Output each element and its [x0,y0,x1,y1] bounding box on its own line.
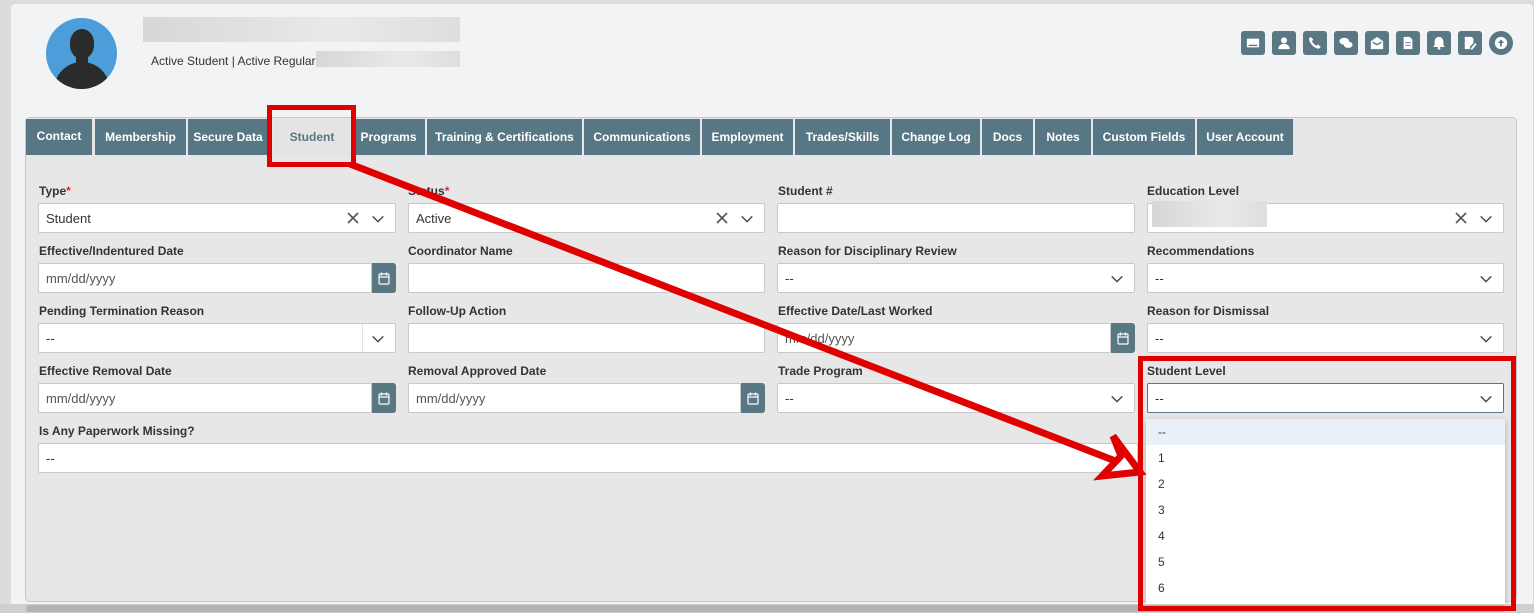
chevron-down-icon [1480,275,1492,283]
disciplinary-review-label: Reason for Disciplinary Review [778,244,957,258]
calendar-icon[interactable] [372,383,396,413]
status-select[interactable]: Active [408,203,765,233]
tab-programs[interactable]: Programs [352,119,425,155]
document-icon[interactable] [1396,31,1420,55]
type-label: Type* [39,184,71,198]
tab-student[interactable]: Student [274,119,350,155]
redacted-education-value [1152,201,1267,227]
follow-up-input[interactable] [408,323,765,353]
dropdown-option[interactable]: 2 [1146,471,1505,497]
clear-icon[interactable] [345,210,361,226]
removal-date-label: Effective Removal Date [39,364,172,378]
pending-termination-label: Pending Termination Reason [39,304,205,318]
chevron-down-icon [1111,395,1123,403]
horizontal-scrollbar[interactable] [0,604,1534,613]
chevron-down-icon [1480,395,1492,403]
type-select[interactable]: Student [38,203,396,233]
calendar-icon[interactable] [372,263,396,293]
tab-membership[interactable]: Membership [95,119,186,155]
phone-icon[interactable] [1303,31,1327,55]
dropdown-option[interactable]: 3 [1146,497,1505,523]
tab-communications[interactable]: Communications [584,119,700,155]
person-icon[interactable] [1272,31,1296,55]
dropdown-option[interactable]: -- [1146,419,1505,445]
dropdown-option[interactable]: 5 [1146,549,1505,575]
calendar-icon[interactable] [741,383,765,413]
education-level-select[interactable] [1147,201,1504,233]
chevron-down-icon [741,215,753,223]
dismissal-reason-select[interactable]: -- [1147,323,1504,353]
student-number-input[interactable] [777,203,1135,233]
redacted-status-detail [316,51,460,67]
last-worked-label: Effective Date/Last Worked [778,304,933,318]
redacted-name [143,17,460,42]
tab-trades-skills[interactable]: Trades/Skills [795,119,890,155]
avatar [46,18,117,89]
last-worked-input[interactable]: mm/dd/yyyy [777,323,1111,353]
tab-employment[interactable]: Employment [702,119,793,155]
tab-docs[interactable]: Docs [982,119,1033,155]
removal-date-input[interactable]: mm/dd/yyyy [38,383,372,413]
bell-icon[interactable] [1427,31,1451,55]
dropdown-option[interactable]: 4 [1146,523,1505,549]
calendar-icon[interactable] [1111,323,1135,353]
tab-change-log[interactable]: Change Log [892,119,980,155]
dropdown-option[interactable]: 6 [1146,575,1505,601]
student-number-label: Student # [778,184,833,198]
trade-program-select[interactable]: -- [777,383,1135,413]
tab-notes[interactable]: Notes [1035,119,1091,155]
clear-icon[interactable] [1453,210,1469,226]
coordinator-name-input[interactable] [408,263,765,293]
envelope-icon[interactable] [1365,31,1389,55]
effective-date-input[interactable]: mm/dd/yyyy [38,263,372,293]
coordinator-name-label: Coordinator Name [408,244,513,258]
pending-termination-select[interactable]: -- [38,323,396,353]
education-level-label: Education Level [1147,184,1240,198]
note-edit-icon[interactable] [1458,31,1482,55]
dropdown-option[interactable]: 1 [1146,445,1505,471]
paperwork-missing-select[interactable]: -- [38,443,1138,473]
chat-icon[interactable] [1334,31,1358,55]
dismissal-reason-label: Reason for Dismissal [1147,304,1270,318]
recommendations-label: Recommendations [1147,244,1255,258]
disciplinary-review-select[interactable]: -- [777,263,1135,293]
student-level-select[interactable]: -- [1147,383,1504,413]
upload-icon[interactable] [1489,31,1513,55]
clear-icon[interactable] [714,210,730,226]
id-card-icon[interactable] [1241,31,1265,55]
tab-custom-fields[interactable]: Custom Fields [1093,119,1195,155]
header-action-icons [1241,31,1513,55]
chevron-down-icon [1480,335,1492,343]
removal-approved-label: Removal Approved Date [408,364,547,378]
effective-date-label: Effective/Indentured Date [39,244,184,258]
type-value: Student [46,210,91,226]
tab-training-certifications[interactable]: Training & Certifications [427,119,582,155]
scrollbar-thumb[interactable] [26,605,1506,612]
recommendations-select[interactable]: -- [1147,263,1504,293]
removal-approved-input[interactable]: mm/dd/yyyy [408,383,741,413]
chevron-down-icon [1480,215,1492,223]
tab-secure-data[interactable]: Secure Data [188,119,268,155]
student-level-label: Student Level [1147,364,1226,378]
student-level-dropdown: -- 1 2 3 4 5 6 [1146,419,1505,606]
trade-program-label: Trade Program [778,364,863,378]
status-value: Active [416,210,452,226]
paperwork-missing-label: Is Any Paperwork Missing? [39,424,195,438]
status-label: Status* [408,184,450,198]
follow-up-label: Follow-Up Action [408,304,507,318]
tab-user-account[interactable]: User Account [1197,119,1293,155]
chevron-down-icon [1111,275,1123,283]
member-status-text: Active Student | Active Regular [151,54,316,68]
chevron-down-icon [372,335,384,343]
chevron-down-icon [372,215,384,223]
tab-contact[interactable]: Contact [26,119,92,155]
